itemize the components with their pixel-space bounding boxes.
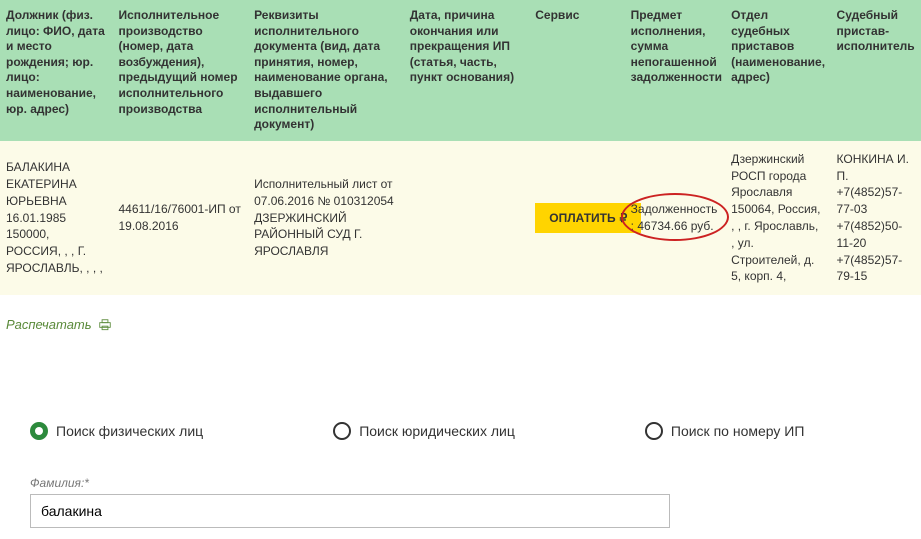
- radio-icon: [333, 422, 351, 440]
- cell-officer: КОНКИНА И. П. +7(4852)57-77-03 +7(4852)5…: [831, 141, 921, 295]
- lastname-field-group: Фамилия:*: [30, 476, 670, 528]
- th-service: Сервис: [529, 0, 624, 141]
- radio-label: Поиск по номеру ИП: [671, 423, 805, 439]
- radio-icon: [645, 422, 663, 440]
- search-type-radios: Поиск физических лиц Поиск юридических л…: [30, 422, 891, 440]
- lastname-input[interactable]: [30, 494, 670, 528]
- th-proceeding: Исполнительное производство (номер, дата…: [112, 0, 248, 141]
- debt-text: Задолженность: 46734.66 руб.: [631, 202, 718, 233]
- cell-department: Дзержинский РОСП города Ярославля 150064…: [725, 141, 830, 295]
- cell-debt: Задолженность: 46734.66 руб.: [625, 141, 725, 295]
- th-debtor: Должник (физ. лицо: ФИО, дата и место ро…: [0, 0, 112, 141]
- pay-button-label: ОПЛАТИТЬ: [549, 211, 615, 225]
- radio-icon: [30, 422, 48, 440]
- cell-service: ОПЛАТИТЬ ₽: [529, 141, 624, 295]
- ruble-icon: ₽: [620, 211, 628, 225]
- th-termination: Дата, причина окончания или прекращения …: [404, 0, 530, 141]
- pay-button[interactable]: ОПЛАТИТЬ ₽: [535, 203, 641, 233]
- annotation-circle: [621, 193, 729, 241]
- cell-debtor: БАЛАКИНА ЕКАТЕРИНА ЮРЬЕВНА 16.01.1985 15…: [0, 141, 112, 295]
- lastname-label: Фамилия:*: [30, 476, 670, 490]
- search-section: Поиск физических лиц Поиск юридических л…: [0, 412, 921, 538]
- table-row: БАЛАКИНА ЕКАТЕРИНА ЮРЬЕВНА 16.01.1985 15…: [0, 141, 921, 295]
- radio-legal[interactable]: Поиск юридических лиц: [333, 422, 515, 440]
- cell-termination: [404, 141, 530, 295]
- th-department: Отдел судебных приставов (наименование, …: [725, 0, 830, 141]
- radio-physical[interactable]: Поиск физических лиц: [30, 422, 203, 440]
- radio-ip-number[interactable]: Поиск по номеру ИП: [645, 422, 805, 440]
- print-label: Распечатать: [6, 317, 92, 332]
- table-header-row: Должник (физ. лицо: ФИО, дата и место ро…: [0, 0, 921, 141]
- th-document: Реквизиты исполнительного документа (вид…: [248, 0, 404, 141]
- printer-icon: [98, 319, 112, 331]
- print-link[interactable]: Распечатать: [6, 317, 112, 332]
- cell-document: Исполнительный лист от 07.06.2016 № 0103…: [248, 141, 404, 295]
- th-officer: Судебный пристав-исполнитель: [831, 0, 921, 141]
- radio-label: Поиск юридических лиц: [359, 423, 515, 439]
- th-subject: Предмет исполнения, сумма непогашенной з…: [625, 0, 725, 141]
- results-table: Должник (физ. лицо: ФИО, дата и место ро…: [0, 0, 921, 295]
- cell-proceeding: 44611/16/76001-ИП от 19.08.2016: [112, 141, 248, 295]
- radio-label: Поиск физических лиц: [56, 423, 203, 439]
